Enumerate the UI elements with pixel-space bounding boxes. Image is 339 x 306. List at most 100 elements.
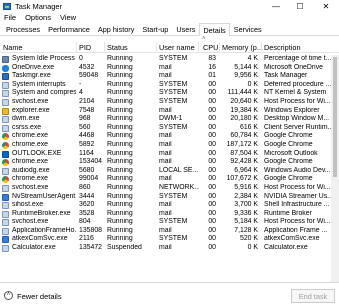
process-description: Desktop Window M... xyxy=(264,115,330,123)
column-header-status[interactable]: Status xyxy=(107,43,128,52)
process-user: mail xyxy=(159,209,172,217)
process-status: Running xyxy=(107,140,133,148)
cloud-icon xyxy=(2,64,9,72)
table-row[interactable]: Taskmgr.exe 59048 Running mail 01 9,956 K Task… xyxy=(0,72,331,81)
process-status: Suspended xyxy=(107,244,142,252)
column-header-cpu[interactable]: CPU xyxy=(203,43,218,52)
process-pid: 5680 xyxy=(79,166,95,174)
table-row[interactable]: System Idle Process 0 Running SYSTEM 83 4 K Pe… xyxy=(0,55,331,64)
column-divider[interactable] xyxy=(76,42,77,53)
column-divider[interactable] xyxy=(219,42,220,53)
process-user: SYSTEM xyxy=(159,80,188,88)
process-memory: 9,336 K xyxy=(234,209,258,217)
chevron-up-circle-icon[interactable]: ˄ xyxy=(4,291,13,300)
process-memory: 4 K xyxy=(247,55,258,62)
process-memory: 3,700 K xyxy=(234,201,258,209)
process-name: NvStreamUserAgent.... xyxy=(12,192,76,200)
column-header-user[interactable]: User name xyxy=(159,43,195,52)
table-row[interactable]: audiodg.exe 5680 Running LOCAL SE... 00 6,964… xyxy=(0,167,331,176)
tab-performance[interactable]: Performance xyxy=(44,23,94,35)
generic-app-icon xyxy=(2,210,9,218)
table-row[interactable]: chrome.exe 153404 Running mail 00 92,428 K Goo… xyxy=(0,158,331,167)
process-user: mail xyxy=(159,226,172,234)
process-cpu: 00 xyxy=(208,201,216,209)
column-header-pid[interactable]: PID xyxy=(79,43,91,52)
scrollbar-thumb[interactable] xyxy=(333,57,337,177)
tab-start-up[interactable]: Start-up xyxy=(138,23,172,35)
end-task-button[interactable]: End task xyxy=(291,289,335,303)
minimize-button[interactable]: — xyxy=(264,0,288,12)
fewer-details-link[interactable]: Fewer details xyxy=(17,292,62,301)
tab-processes[interactable]: Processes xyxy=(2,23,44,35)
process-pid: 804 xyxy=(79,218,91,226)
tab-strip: Processes Performance App history Start-… xyxy=(0,23,339,36)
process-description: Microsoft OneDrive xyxy=(264,63,323,71)
process-pid: 5892 xyxy=(79,140,95,148)
table-row[interactable]: ApplicationFrameHo... 135808 Running mail 00… xyxy=(0,227,331,236)
close-button[interactable]: ✕ xyxy=(313,0,339,12)
process-name: audiodg.exe xyxy=(12,166,50,174)
table-row[interactable]: sihost.exe 3620 Running mail 00 3,700 K Shell … xyxy=(0,201,331,210)
process-memory: 20,640 K xyxy=(230,97,258,105)
table-row[interactable]: atkexComSvc.exe 2116 Running SYSTEM 00 520 K a… xyxy=(0,235,331,244)
process-status: Running xyxy=(107,183,133,191)
process-name: svchost.exe xyxy=(12,183,49,191)
table-row[interactable]: NvStreamUserAgent.... 3444 Running SYSTEM 00… xyxy=(0,193,331,202)
process-memory: 2,384 K xyxy=(234,192,258,200)
table-row[interactable]: Calculator.exe 135472 Suspended mail 00 0 K Ca… xyxy=(0,244,331,253)
process-pid: 59048 xyxy=(79,72,99,80)
menu-view[interactable]: View xyxy=(56,13,81,22)
process-memory: 107,672 K xyxy=(226,175,258,183)
generic-app-icon xyxy=(2,81,9,89)
table-row[interactable]: dwm.exe 968 Running DWM-1 00 20,180 K Desktop … xyxy=(0,115,331,124)
process-status: Running xyxy=(107,72,133,80)
table-row[interactable]: OneDrive.exe 4532 Running mail 16 5,144 K Micr… xyxy=(0,64,331,73)
column-divider[interactable] xyxy=(198,42,199,53)
column-divider[interactable] xyxy=(156,42,157,53)
process-user: mail xyxy=(159,149,172,157)
maximize-button[interactable]: ☐ xyxy=(288,0,312,12)
process-pid: 560 xyxy=(79,123,91,131)
table-row[interactable]: chrome.exe 5892 Running mail 00 187,172 K Goog… xyxy=(0,141,331,150)
table-row[interactable]: System interrupts - Running SYSTEM 00 0 K Defe… xyxy=(0,81,331,90)
process-description: Percentage of time t... xyxy=(264,55,331,62)
table-row[interactable]: csrss.exe 560 Running SYSTEM 00 616 K Client S… xyxy=(0,124,331,133)
tab-details[interactable]: Details xyxy=(199,23,230,36)
process-user: LOCAL SE... xyxy=(159,166,199,174)
table-row[interactable]: OUTLOOK.EXE 1164 Running mail 00 87,504 K Micr… xyxy=(0,150,331,159)
table-row[interactable]: RuntimeBroker.exe 3528 Running mail 00 9,336 … xyxy=(0,210,331,219)
column-divider[interactable] xyxy=(261,42,262,53)
column-header-memory[interactable]: Memory (p... xyxy=(222,43,263,52)
process-pid: 2116 xyxy=(79,235,94,243)
process-status: Running xyxy=(107,89,133,97)
divider xyxy=(0,282,339,283)
process-name: sihost.exe xyxy=(12,201,44,209)
process-status: Running xyxy=(107,209,133,217)
chrome-icon xyxy=(2,141,9,149)
process-description: Shell Infrastructure ... xyxy=(264,201,330,209)
tab-app-history[interactable]: App history xyxy=(94,23,139,35)
process-pid: 860 xyxy=(79,183,91,191)
column-header-description[interactable]: Description xyxy=(264,43,301,52)
column-divider[interactable] xyxy=(104,42,105,53)
tab-services[interactable]: Services xyxy=(230,23,266,35)
vertical-scrollbar[interactable] xyxy=(331,55,339,282)
process-pid: 4 xyxy=(79,89,83,97)
process-description: Google Chrome xyxy=(264,175,313,183)
table-row[interactable]: chrome.exe 99004 Running mail 00 107,672 K Goo… xyxy=(0,175,331,184)
table-row[interactable]: svchost.exe 860 Running NETWORK... 00 5,916 K… xyxy=(0,184,331,193)
process-user: SYSTEM xyxy=(159,97,188,105)
table-row[interactable]: chrome.exe 4468 Running mail 00 60,784 K Googl… xyxy=(0,132,331,141)
table-row[interactable]: explorer.exe 7548 Running mail 00 19,384 K Win… xyxy=(0,107,331,116)
menu-file[interactable]: File xyxy=(0,13,21,22)
process-pid: 2104 xyxy=(79,97,95,105)
process-memory: 616 K xyxy=(239,123,258,131)
tab-users[interactable]: Users xyxy=(172,23,199,35)
table-row[interactable]: svchost.exe 2104 Running SYSTEM 00 20,640 K Ho… xyxy=(0,98,331,107)
table-row[interactable]: System and compres... 4 Running SYSTEM 00 111… xyxy=(0,89,331,98)
table-row[interactable]: svchost.exe 804 Running SYSTEM 00 5,184 K Host… xyxy=(0,218,331,227)
task-manager-icon xyxy=(3,2,11,10)
column-header-name[interactable]: Name xyxy=(3,43,22,52)
process-description: Microsoft Outlook xyxy=(264,149,318,157)
menu-options[interactable]: Options xyxy=(21,13,56,22)
